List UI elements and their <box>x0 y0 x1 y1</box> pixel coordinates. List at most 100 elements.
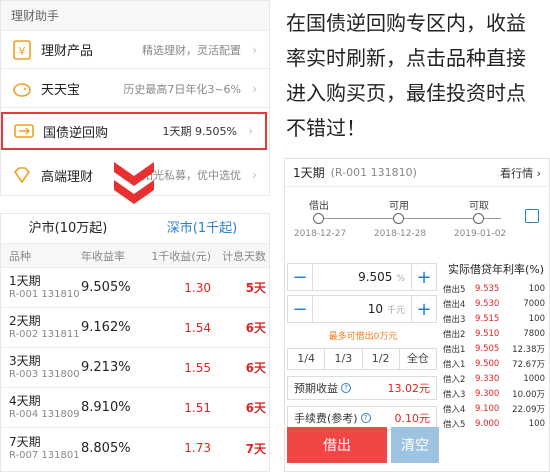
menu-item-label: 天天宝 <box>41 83 81 98</box>
row-rate: 9.505% <box>81 280 131 295</box>
chevron-right-icon: › <box>252 168 257 182</box>
chevron-right-icon: › <box>252 81 257 96</box>
table-row[interactable]: 7天期 R-007 131801 8.805% 1.73 7天 <box>1 428 269 468</box>
clear-button[interactable]: 清空 <box>391 427 439 463</box>
book-row: 借入5 9.000 100 <box>443 418 545 430</box>
help-icon[interactable]: ? <box>360 413 371 423</box>
market-tabs: 沪市(10万起) 深市(1千起) <box>1 214 269 244</box>
fraction-all[interactable]: 全仓 <box>400 349 436 369</box>
expected-income-value: 13.02元 <box>387 382 431 395</box>
minus-button[interactable]: − <box>288 296 312 322</box>
trade-title: 1天期 <box>293 166 325 180</box>
max-lend-hint: 最多可借出0万元 <box>328 332 398 342</box>
book-row: 借出1 9.505 12.38万 <box>443 343 545 355</box>
row-period: 2天期 <box>9 314 41 328</box>
book-row: 借入3 9.300 10.00万 <box>443 388 545 400</box>
trade-form: − 9.505% + − 10 千元 + 最多可借出0万元 1/4 1/3 1/2… <box>285 259 441 430</box>
timeline-point <box>393 213 404 224</box>
lend-button[interactable]: 借出 <box>287 427 387 463</box>
row-rate: 8.805% <box>81 440 131 456</box>
row-code: R-004 131809 <box>9 409 80 420</box>
rate-input[interactable]: 9.505% <box>312 264 412 290</box>
row-period: 7天期 <box>9 434 41 449</box>
double-chevron-down-icon <box>114 162 154 204</box>
row-period: 3天期 <box>9 354 41 368</box>
chevron-right-icon: › <box>252 42 257 57</box>
trade-panel: 1天期 (R-001 131810) 看行情 › 借出 可用 可取 2018-1… <box>284 158 550 472</box>
timeline-label: 可取 <box>469 201 489 212</box>
row-income: 1.54 <box>184 320 211 335</box>
row-income: 1.51 <box>184 400 211 415</box>
book-row: 借出2 9.510 7800 <box>443 328 545 340</box>
svg-text:¥: ¥ <box>19 45 26 58</box>
plus-button[interactable]: + <box>412 264 436 290</box>
row-period: 1天期 <box>9 274 41 288</box>
tab-shanghai[interactable]: 沪市(10万起) <box>1 214 135 243</box>
timeline-date: 2018-12-27 <box>293 229 347 239</box>
row-rate: 8.910% <box>81 400 131 415</box>
diamond-icon <box>11 164 33 186</box>
minus-button[interactable]: − <box>288 264 312 290</box>
bond-icon <box>13 120 35 142</box>
order-book: 实际借贷年利率(%) 借出5 9.535 100 借出4 9.530 7000 借出3 9… <box>443 259 549 431</box>
timeline: 借出 可用 可取 2018-12-27 2018-12-28 2019-01-0… <box>285 187 549 249</box>
menu-item-wealth-products[interactable]: ¥ 理财产品 精选理财，灵活配置 › <box>1 31 269 69</box>
table-row[interactable]: 4天期 R-004 131809 8.910% 1.51 6天 <box>1 388 269 428</box>
menu-item-label: 国债逆回购 <box>43 125 109 141</box>
row-code: R-003 131800 <box>9 369 80 380</box>
menu-item-label: 高端理财 <box>41 169 94 185</box>
action-buttons: 借出 清空 <box>285 423 441 467</box>
book-row: 借入1 9.500 72.67万 <box>443 358 545 370</box>
help-icon[interactable]: ? <box>341 383 351 393</box>
yen-icon: ¥ <box>11 39 33 61</box>
timeline-point <box>473 213 484 224</box>
trade-code: (R-001 131810) <box>330 166 417 179</box>
timeline-point <box>313 213 324 224</box>
row-days: 6天 <box>245 361 266 375</box>
header-product: 品种 <box>9 249 31 263</box>
book-row: 借出3 9.515 100 <box>443 313 545 325</box>
table-row[interactable]: 3天期 R-003 131800 9.213% 1.55 6天 <box>1 348 269 388</box>
table-row[interactable]: 1天期 R-001 131810 9.505% 1.30 5天 <box>1 268 269 308</box>
menu-title: 理财助手 <box>1 1 269 31</box>
menu-item-desc: 精选理财，灵活配置 <box>142 43 241 57</box>
timeline-date: 2019-01-02 <box>453 229 507 239</box>
tab-shenzhen[interactable]: 深市(1千起) <box>135 214 269 243</box>
table-row[interactable]: 2天期 R-002 131811 9.162% 1.54 6天 <box>1 308 269 348</box>
calendar-icon[interactable] <box>525 209 539 223</box>
header-days: 计息天数 <box>222 249 266 263</box>
row-code: R-007 131801 <box>9 449 80 461</box>
menu-item-desc: 阳光私募，优中选优 <box>142 169 241 182</box>
fraction-half[interactable]: 1/2 <box>363 349 400 369</box>
rate-stepper: − 9.505% + <box>287 263 437 291</box>
chevron-right-icon: › <box>248 124 253 138</box>
view-quote-link[interactable]: 看行情 › <box>500 165 541 181</box>
timeline-label: 借出 <box>309 201 329 212</box>
menu-item-desc: 1天期 9.505% <box>162 125 237 138</box>
menu-item-reverse-repo[interactable]: 国债逆回购 1天期 9.505% › <box>1 112 267 150</box>
book-row: 借入2 9.330 1000 <box>443 373 545 385</box>
book-row: 借入4 9.100 22.09万 <box>443 403 545 415</box>
timeline-date: 2018-12-28 <box>373 229 427 239</box>
fraction-quarter[interactable]: 1/4 <box>288 349 326 369</box>
row-rate: 9.162% <box>81 320 131 335</box>
plus-button[interactable]: + <box>412 296 436 322</box>
piggy-bank-icon <box>11 78 33 100</box>
book-row: 借出4 9.530 7000 <box>443 298 545 310</box>
row-days: 6天 <box>245 401 266 415</box>
row-code: R-001 131810 <box>9 289 80 300</box>
header-income: 1千收益(元) <box>151 249 211 263</box>
timeline-label: 可用 <box>389 201 409 212</box>
book-row: 借出5 9.535 100 <box>443 283 545 295</box>
row-rate: 9.213% <box>81 360 131 375</box>
amount-input[interactable]: 10 千元 <box>312 296 412 322</box>
menu-item-tiantianbao[interactable]: 天天宝 历史最高7日年化3~6% › <box>1 70 269 108</box>
row-period: 4天期 <box>9 394 41 408</box>
fraction-third[interactable]: 1/3 <box>325 349 363 369</box>
trade-header: 1天期 (R-001 131810) 看行情 › <box>285 159 549 187</box>
row-days: 5天 <box>245 281 266 295</box>
expected-income-row: 预期收益 ? 13.02元 <box>287 376 437 400</box>
row-days: 7天 <box>245 441 266 456</box>
row-days: 6天 <box>245 321 266 335</box>
table-header: 品种 年收益率 1千收益(元) 计息天数 <box>1 244 269 268</box>
